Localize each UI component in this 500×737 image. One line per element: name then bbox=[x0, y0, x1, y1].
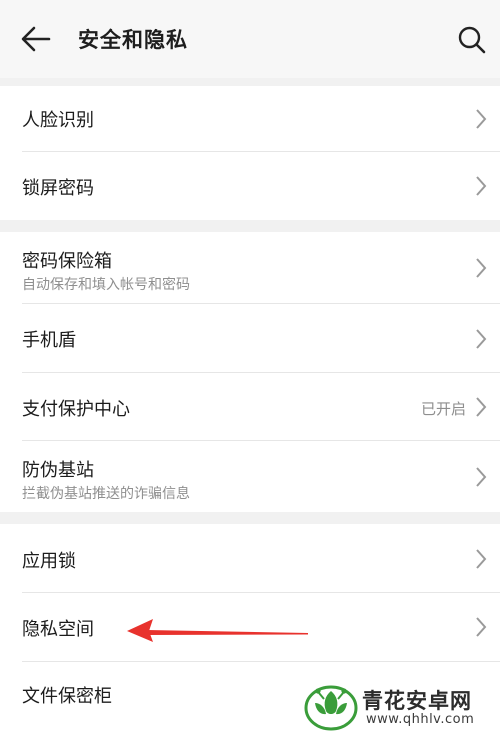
row-label: 手机盾 bbox=[22, 330, 76, 351]
watermark-name: 青花安卓网 bbox=[362, 689, 472, 713]
back-arrow-icon bbox=[21, 26, 51, 52]
row-payment-protection[interactable]: 支付保护中心 已开启 bbox=[0, 373, 500, 441]
row-fake-base-station[interactable]: 防伪基站 拦截伪基站推送的诈骗信息 bbox=[0, 441, 500, 512]
row-label: 隐私空间 bbox=[22, 619, 94, 640]
row-label: 防伪基站 bbox=[22, 460, 94, 481]
row-app-lock[interactable]: 应用锁 bbox=[0, 524, 500, 593]
row-password-vault[interactable]: 密码保险箱 自动保存和填入帐号和密码 bbox=[0, 232, 500, 304]
watermark-url: www.qhhlv.com bbox=[366, 712, 475, 727]
watermark: 青花安卓网 www.qhhlv.com bbox=[304, 681, 496, 733]
watermark-logo-icon bbox=[304, 685, 358, 731]
row-label: 支付保护中心 bbox=[22, 399, 130, 420]
row-label: 文件保密柜 bbox=[22, 686, 112, 707]
row-subtitle: 自动保存和填入帐号和密码 bbox=[22, 277, 190, 293]
row-label: 密码保险箱 bbox=[22, 251, 112, 272]
row-label: 人脸识别 bbox=[22, 110, 94, 131]
annotation-arrow-shaft bbox=[147, 630, 308, 635]
screen: 安全和隐私 人脸识别 锁屏密码 密码保险箱 自动保存和填入帐号和密码 手机盾 支… bbox=[0, 0, 500, 737]
page-title: 安全和隐私 bbox=[78, 28, 188, 52]
row-label: 锁屏密码 bbox=[22, 178, 94, 199]
settings-group-1: 人脸识别 锁屏密码 bbox=[0, 86, 500, 220]
chevron-right-icon bbox=[476, 397, 487, 417]
row-lock-screen-password[interactable]: 锁屏密码 bbox=[0, 152, 500, 220]
row-label: 应用锁 bbox=[22, 551, 76, 572]
chevron-right-icon bbox=[476, 176, 487, 196]
chevron-right-icon bbox=[476, 258, 487, 278]
chevron-right-icon bbox=[476, 467, 487, 487]
settings-group-2: 密码保险箱 自动保存和填入帐号和密码 手机盾 支付保护中心 已开启 防伪基站 拦… bbox=[0, 232, 500, 512]
row-phone-shield[interactable]: 手机盾 bbox=[0, 304, 500, 373]
search-button[interactable] bbox=[452, 20, 492, 60]
header-bar: 安全和隐私 bbox=[0, 0, 500, 78]
chevron-right-icon bbox=[476, 329, 487, 349]
chevron-right-icon bbox=[476, 109, 487, 129]
row-subtitle: 拦截伪基站推送的诈骗信息 bbox=[22, 486, 190, 502]
annotation-arrow-head bbox=[127, 619, 153, 642]
search-icon bbox=[458, 26, 486, 54]
annotation-arrow-icon bbox=[127, 619, 308, 642]
chevron-right-icon bbox=[476, 549, 487, 569]
back-button[interactable] bbox=[16, 22, 56, 56]
row-face-recognition[interactable]: 人脸识别 bbox=[0, 86, 500, 152]
status-value: 已开启 bbox=[420, 400, 466, 418]
chevron-right-icon bbox=[476, 617, 487, 637]
